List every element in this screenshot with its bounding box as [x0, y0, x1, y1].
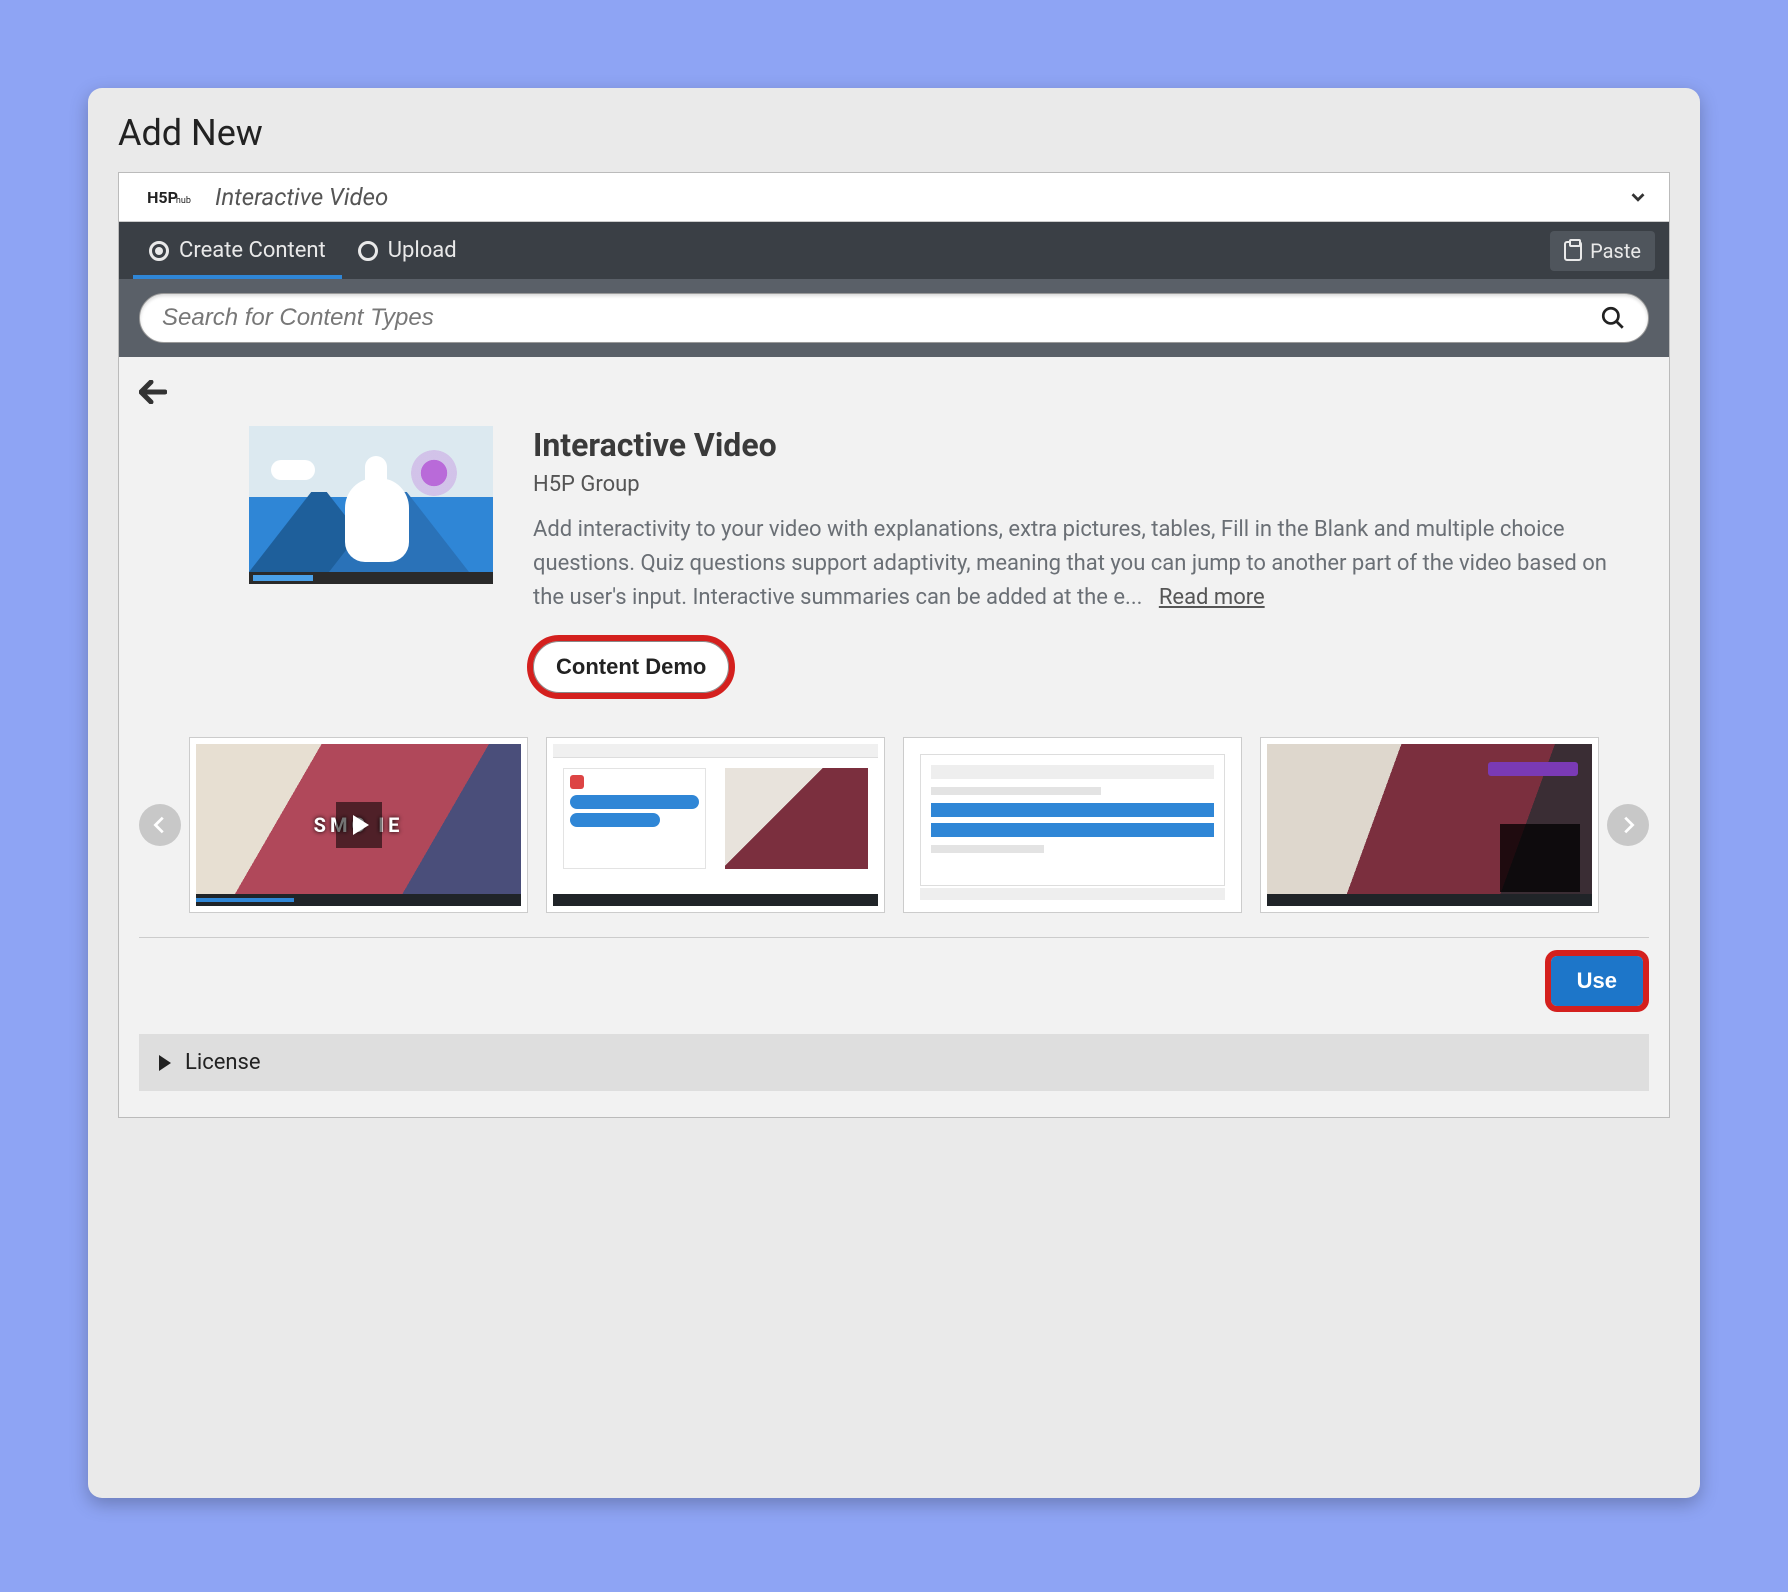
thumb-progress-bar-icon [249, 572, 493, 584]
screenshot-thumbnail[interactable]: SMO IE [189, 737, 528, 913]
dialog-window: Add New H5Phub Interactive Video Create … [88, 88, 1700, 1498]
use-button[interactable]: Use [1551, 956, 1643, 1006]
progress-bar-icon [1267, 894, 1592, 906]
chevron-right-icon [1617, 814, 1639, 836]
page-title: Add New [118, 112, 1670, 154]
progress-bar-icon [553, 894, 878, 906]
carousel-slides: SMO IE [189, 737, 1599, 913]
content-type-author: H5P Group [533, 472, 1629, 497]
play-icon [336, 802, 382, 848]
content-type-thumbnail [249, 426, 493, 584]
use-button-row: Use [139, 956, 1649, 1006]
screenshot-thumbnail[interactable] [1260, 737, 1599, 913]
tab-upload[interactable]: Upload [342, 222, 473, 279]
license-label: License [185, 1050, 261, 1075]
caret-right-icon [159, 1055, 171, 1071]
tab-upload-label: Upload [388, 238, 457, 263]
search-icon[interactable] [1600, 305, 1626, 331]
chevron-down-icon[interactable] [1627, 186, 1649, 208]
radio-selected-icon [149, 241, 169, 261]
hub-header[interactable]: H5Phub Interactive Video [119, 173, 1669, 222]
back-button[interactable] [139, 377, 167, 412]
carousel-next-button[interactable] [1607, 804, 1649, 846]
radio-unselected-icon [358, 241, 378, 261]
thumb-graphic-icon [345, 478, 409, 562]
license-accordion[interactable]: License [139, 1034, 1649, 1091]
search-input[interactable] [162, 304, 1600, 332]
selected-content-type: Interactive Video [215, 183, 388, 211]
paste-button[interactable]: Paste [1550, 231, 1655, 271]
tab-create-label: Create Content [179, 238, 326, 263]
search-bar-container [119, 279, 1669, 357]
hub-panel: H5Phub Interactive Video Create Content … [118, 172, 1670, 1118]
screenshot-carousel: SMO IE [139, 737, 1649, 913]
clipboard-icon [1564, 241, 1582, 261]
tab-bar: Create Content Upload Paste [119, 222, 1669, 279]
content-demo-button[interactable]: Content Demo [533, 641, 729, 693]
tab-create-content[interactable]: Create Content [133, 222, 342, 279]
progress-bar-icon [196, 894, 521, 906]
chevron-left-icon [149, 814, 171, 836]
thumb-graphic-icon [411, 450, 457, 496]
h5p-hub-logo: H5Phub [139, 184, 201, 210]
read-more-link[interactable]: Read more [1159, 585, 1265, 610]
divider [139, 937, 1649, 938]
description-text: Add interactivity to your video with exp… [533, 517, 1607, 610]
screenshot-thumbnail[interactable] [546, 737, 885, 913]
screenshot-thumbnail[interactable] [903, 737, 1242, 913]
paste-label: Paste [1590, 239, 1641, 263]
content-type-title: Interactive Video [533, 426, 1629, 464]
detail-text: Interactive Video H5P Group Add interact… [533, 426, 1649, 693]
search-bar[interactable] [139, 293, 1649, 343]
logo-main: H5P [147, 188, 178, 207]
carousel-prev-button[interactable] [139, 804, 181, 846]
arrow-left-icon [139, 380, 167, 404]
logo-sub: hub [176, 196, 191, 206]
content-type-detail: Interactive Video H5P Group Add interact… [139, 420, 1649, 703]
content-body: Interactive Video H5P Group Add interact… [119, 357, 1669, 1117]
thumb-graphic-icon [271, 460, 315, 480]
content-type-description: Add interactivity to your video with exp… [533, 513, 1629, 615]
